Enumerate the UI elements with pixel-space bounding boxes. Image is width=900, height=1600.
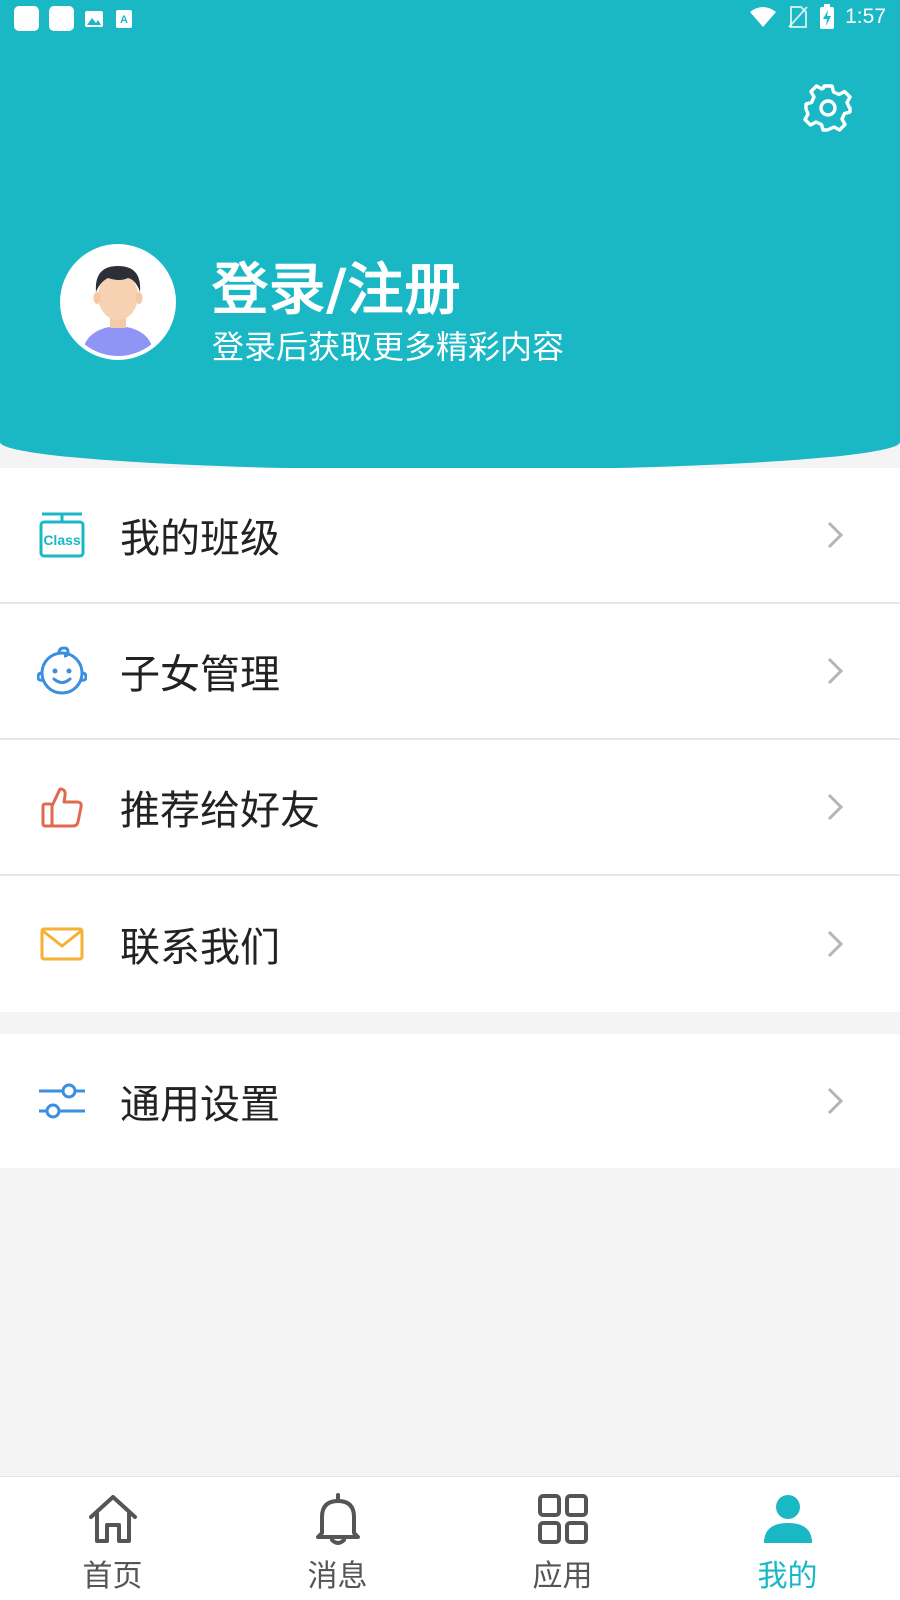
mail-icon	[36, 918, 88, 970]
wifi-icon	[750, 7, 777, 27]
menu-label: 子女管理	[120, 652, 280, 698]
menu-item-recommend[interactable]: 推荐给好友	[0, 740, 900, 876]
menu-item-general-settings[interactable]: 通用设置	[0, 1034, 900, 1168]
avatar[interactable]	[60, 244, 176, 360]
menu-label: 通用设置	[120, 1082, 280, 1128]
class-icon: Class	[36, 509, 88, 561]
svg-text:A: A	[120, 14, 128, 26]
login-subtitle: 登录后获取更多精彩内容	[212, 328, 565, 366]
chevron-right-icon	[827, 793, 844, 821]
chevron-right-icon	[827, 1087, 844, 1115]
profile-header: A 1:57 登录/注册 登录后获取更多精彩内容	[0, 0, 900, 470]
menu-item-contact[interactable]: 联系我们	[0, 876, 900, 1012]
status-bar: A 1:57	[0, 0, 900, 36]
menu-group-main: Class 我的班级 子女管理 推荐给好友 联系我们	[0, 468, 900, 1012]
chevron-right-icon	[827, 930, 844, 958]
battery-icon	[820, 4, 835, 29]
settings-gear-icon[interactable]	[802, 82, 854, 134]
nav-label: 应用	[532, 1559, 593, 1594]
nav-item-apps[interactable]: 应用	[450, 1477, 675, 1600]
menu-item-my-class[interactable]: Class 我的班级	[0, 468, 900, 604]
menu-label: 联系我们	[120, 925, 280, 971]
grid-icon	[537, 1494, 588, 1544]
text-app-icon: A	[114, 9, 134, 29]
no-sim-icon	[788, 6, 808, 28]
menu-item-children[interactable]: 子女管理	[0, 604, 900, 740]
status-time: 1:57	[845, 5, 886, 28]
profile-page: A 1:57 登录/注册 登录后获取更多精彩内容 Class 我的班级 子女管理…	[0, 0, 900, 1600]
nav-label: 消息	[307, 1559, 368, 1594]
notification-icon	[49, 6, 74, 31]
chevron-right-icon	[827, 657, 844, 685]
bell-icon	[315, 1493, 360, 1545]
person-icon	[763, 1495, 812, 1543]
home-icon	[88, 1495, 137, 1543]
sliders-icon	[36, 1075, 88, 1127]
nav-label: 我的	[757, 1559, 818, 1594]
nav-item-mine[interactable]: 我的	[675, 1477, 900, 1600]
thumbs-up-icon	[36, 781, 88, 833]
baby-face-icon	[36, 645, 88, 697]
nav-label: 首页	[82, 1559, 143, 1594]
notification-icon	[14, 6, 39, 31]
svg-text:Class: Class	[43, 532, 81, 548]
menu-group-settings: 通用设置	[0, 1034, 900, 1168]
bottom-nav: 首页 消息 应用 我的	[0, 1476, 900, 1600]
login-register-title[interactable]: 登录/注册	[212, 245, 461, 326]
nav-item-messages[interactable]: 消息	[225, 1477, 450, 1600]
chevron-right-icon	[827, 521, 844, 549]
menu-label: 推荐给好友	[120, 788, 320, 834]
image-icon	[84, 9, 104, 29]
menu-label: 我的班级	[120, 516, 280, 562]
nav-item-home[interactable]: 首页	[0, 1477, 225, 1600]
